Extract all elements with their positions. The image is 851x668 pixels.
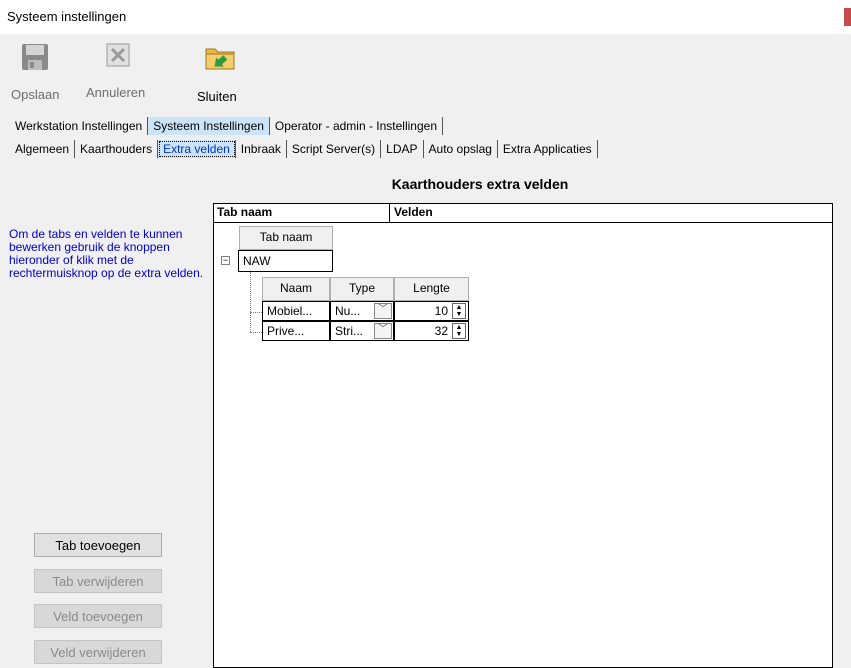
main-tabs: Werkstation Instellingen Systeem Instell… [10,116,443,136]
chevron-down-icon[interactable]: ﹀ [374,303,392,319]
field-type-value: Stri... [335,324,364,338]
tree-line [250,312,262,313]
inner-tab-name-header: Tab naam [239,226,333,250]
save-button[interactable]: Opslaan [10,34,60,110]
save-label: Opslaan [11,87,60,102]
cancel-icon [106,43,130,70]
panel-title: Kaarthouders extra velden [391,176,569,192]
tab-kaarthouders[interactable]: Kaarthouders [75,140,159,158]
remove-tab-button[interactable]: Tab verwijderen [34,569,162,593]
sub-tabs: Algemeen Kaarthouders Extra velden Inbra… [10,139,598,159]
spinner-icon[interactable]: ▲ ▼ [452,303,466,319]
cancel-label: Annuleren [86,85,146,100]
window-accent [844,8,851,26]
tab-script-servers[interactable]: Script Server(s) [287,140,382,158]
tree-line [250,272,251,332]
tree-line [250,332,262,333]
field-name-cell[interactable]: Mobiel... [262,301,330,321]
save-icon [21,43,49,74]
field-header-type: Type [330,277,394,301]
close-label: Sluiten [197,89,237,104]
extra-fields-grid: Tab naam Velden Tab naam − NAW Naam Type… [213,203,833,668]
tab-operator[interactable]: Operator - admin - Instellingen [270,117,443,135]
tab-row-naw[interactable]: NAW [238,250,333,272]
remove-field-button[interactable]: Veld verwijderen [34,640,162,664]
add-tab-button[interactable]: Tab toevoegen [34,533,162,557]
window-title: Systeem instellingen [7,9,127,24]
toolbar: Opslaan Annuleren Sluiten [0,34,851,110]
cancel-button[interactable]: Annuleren [82,34,154,110]
title-bar: Systeem instellingen [0,0,851,34]
col-fields: Velden [394,205,433,219]
chevron-down-icon[interactable]: ﹀ [374,323,392,339]
tab-ldap[interactable]: LDAP [381,140,424,158]
add-field-button[interactable]: Veld toevoegen [34,604,162,628]
tab-extra-velden[interactable]: Extra velden [158,140,236,158]
tab-inbraak[interactable]: Inbraak [236,140,287,158]
grid-header: Tab naam Velden [214,204,832,223]
field-name-cell[interactable]: Prive... [262,321,330,341]
close-button[interactable]: Sluiten [193,34,243,110]
tab-systeem[interactable]: Systeem Instellingen [148,117,270,135]
field-type-value: Nu... [335,304,361,318]
info-text: Om de tabs en velden te kunnen bewerken … [9,227,204,280]
field-header-length: Lengte [394,277,469,301]
tab-extra-applicaties[interactable]: Extra Applicaties [498,140,598,158]
tab-werkstation[interactable]: Werkstation Instellingen [10,117,149,135]
folder-exit-icon [205,46,235,73]
tab-auto-opslag[interactable]: Auto opslag [424,140,498,158]
col-separator [389,204,390,222]
spinner-icon[interactable]: ▲ ▼ [452,323,466,339]
collapse-icon[interactable]: − [221,256,230,265]
col-tab-name: Tab naam [217,205,273,219]
field-header-name: Naam [262,277,330,301]
tab-algemeen[interactable]: Algemeen [10,140,76,158]
